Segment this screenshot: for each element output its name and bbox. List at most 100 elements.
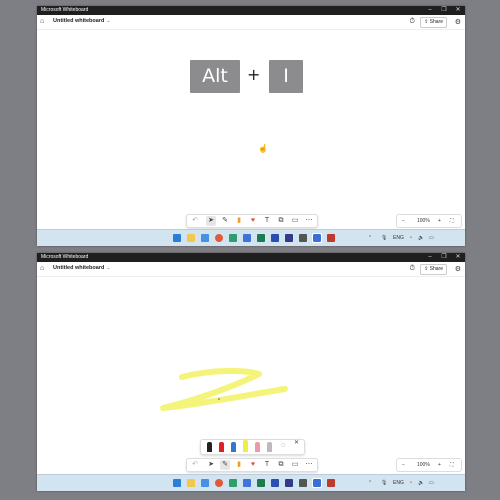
media-player-icon[interactable] <box>215 479 223 487</box>
whiteboard-name[interactable]: Untitled whiteboard ⌄ <box>53 18 111 24</box>
app-icon-3[interactable] <box>257 234 265 242</box>
zoom-controls: − 100% + ⛶ <box>396 214 462 228</box>
zoom-in-icon[interactable]: + <box>438 215 441 227</box>
sticky-note-icon[interactable]: ▮ <box>234 460 244 470</box>
share-button[interactable]: ⇪ Share <box>420 17 447 28</box>
app-icon-7[interactable] <box>327 479 335 487</box>
settings-gear-icon[interactable]: ⚙ <box>455 18 461 26</box>
app-icon-6[interactable] <box>299 479 307 487</box>
app-icon-1[interactable] <box>229 479 237 487</box>
more-options-icon[interactable]: ⋯ <box>304 216 314 226</box>
timer-icon[interactable]: ⏱ <box>410 18 415 26</box>
photos-icon[interactable] <box>201 234 209 242</box>
app-icon-2[interactable] <box>243 479 251 487</box>
home-icon[interactable]: ⌂ <box>40 265 44 272</box>
whiteboard-window-bottom: Microsoft Whiteboard – ❐ ✕ ⌂ Untitled wh… <box>37 253 465 491</box>
templates-icon[interactable]: ▭ <box>290 216 300 226</box>
minimize-button[interactable]: – <box>423 253 437 262</box>
chevron-down-icon[interactable]: ⌄ <box>106 265 110 271</box>
pen-tray-close-icon[interactable]: ✕ <box>294 439 299 446</box>
app-icon-4[interactable] <box>271 479 279 487</box>
text-tool-icon[interactable]: T <box>262 216 272 226</box>
zoom-in-icon[interactable]: + <box>438 459 441 471</box>
app-icon-7[interactable] <box>327 234 335 242</box>
more-options-icon[interactable]: ⋯ <box>304 460 314 470</box>
hand-cursor-icon: ☝ <box>258 144 268 153</box>
app-icon-2[interactable] <box>243 234 251 242</box>
title-bar[interactable]: Microsoft Whiteboard – ❐ ✕ <box>37 253 465 262</box>
i-key-graphic: I <box>269 60 303 93</box>
app-icon-3[interactable] <box>257 479 265 487</box>
red-pen-icon[interactable] <box>219 442 224 452</box>
close-button[interactable]: ✕ <box>451 6 465 15</box>
fit-to-screen-icon[interactable]: ⛶ <box>450 215 454 227</box>
speaker-icon[interactable]: 🔈 <box>418 230 424 246</box>
lasso-icon[interactable]: ◌ <box>281 442 285 449</box>
maximize-button[interactable]: ❐ <box>437 6 451 15</box>
close-button[interactable]: ✕ <box>451 253 465 262</box>
app-icon-5[interactable] <box>285 479 293 487</box>
yellow-highlighter-icon[interactable] <box>243 440 248 452</box>
title-bar[interactable]: Microsoft Whiteboard – ❐ ✕ <box>37 6 465 15</box>
zoom-controls: − 100% + ⛶ <box>396 458 462 472</box>
fit-to-screen-icon[interactable]: ⛶ <box>450 459 454 471</box>
start-button-icon[interactable] <box>173 234 181 242</box>
start-button-icon[interactable] <box>173 479 181 487</box>
wifi-icon[interactable]: ◔ <box>409 230 412 246</box>
app-icon-6[interactable] <box>299 234 307 242</box>
reactions-heart-icon[interactable]: ♥ <box>248 216 258 226</box>
zoom-out-icon[interactable]: − <box>402 459 405 471</box>
whiteboard-canvas[interactable]: ◌ ✕ ↶ ➤ ✎ ▮ ♥ T ⧉ ▭ ⋯ − 100% + ⛶ <box>37 277 465 474</box>
wifi-icon[interactable]: ◔ <box>409 475 412 491</box>
ruler-icon[interactable] <box>267 442 272 452</box>
blue-pen-icon[interactable] <box>231 442 236 452</box>
maximize-button[interactable]: ❐ <box>437 253 451 262</box>
app-toolbar: ⌂ Untitled whiteboard ⌄ ⏱ ⇪ Share ⚙ <box>37 262 465 277</box>
battery-icon[interactable]: ▭ <box>429 230 434 246</box>
minimize-button[interactable]: – <box>423 6 437 15</box>
text-tool-icon[interactable]: T <box>262 460 272 470</box>
undo-icon[interactable]: ↶ <box>190 216 200 226</box>
settings-gear-icon[interactable]: ⚙ <box>455 265 461 273</box>
undo-icon[interactable]: ↶ <box>190 460 200 470</box>
select-tool-icon[interactable]: ➤ <box>206 216 216 226</box>
share-button[interactable]: ⇪ Share <box>420 264 447 275</box>
battery-icon[interactable]: ▭ <box>429 475 434 491</box>
timer-icon[interactable]: ⏱ <box>410 265 415 273</box>
speaker-icon[interactable]: 🔈 <box>418 475 424 491</box>
photos-icon[interactable] <box>201 479 209 487</box>
whiteboard-canvas[interactable]: Alt + I ☝ ↶ ➤ ✎ ▮ ♥ T ⧉ ▭ ⋯ − 100% + ⛶ <box>37 30 465 229</box>
language-indicator[interactable]: ENG <box>393 475 404 491</box>
whiteboard-app-icon[interactable] <box>312 478 322 488</box>
microphone-icon[interactable]: 🎙 <box>381 475 387 491</box>
eraser-icon[interactable] <box>255 442 260 452</box>
tray-expand-icon[interactable]: ⌃ <box>368 475 372 491</box>
file-explorer-icon[interactable] <box>187 479 195 487</box>
templates-icon[interactable]: ▭ <box>290 460 300 470</box>
whiteboard-app-icon[interactable] <box>312 233 322 243</box>
sticky-note-icon[interactable]: ▮ <box>234 216 244 226</box>
black-pen-icon[interactable] <box>207 442 212 452</box>
tray-expand-icon[interactable]: ⌃ <box>368 230 372 246</box>
pen-tool-icon[interactable]: ✎ <box>220 216 230 226</box>
pen-tool-icon[interactable]: ✎ <box>220 460 230 470</box>
whiteboard-name[interactable]: Untitled whiteboard ⌄ <box>53 265 111 271</box>
shapes-icon[interactable]: ⧉ <box>276 216 286 226</box>
shapes-icon[interactable]: ⧉ <box>276 460 286 470</box>
plus-sign: + <box>247 65 261 84</box>
file-explorer-icon[interactable] <box>187 234 195 242</box>
zoom-out-icon[interactable]: − <box>402 215 405 227</box>
chevron-down-icon[interactable]: ⌄ <box>106 18 110 24</box>
taskbar: ⌃ 🎙 ENG ◔ 🔈 ▭ <box>37 474 465 491</box>
app-icon-5[interactable] <box>285 234 293 242</box>
media-player-icon[interactable] <box>215 234 223 242</box>
language-indicator[interactable]: ENG <box>393 230 404 246</box>
reactions-heart-icon[interactable]: ♥ <box>248 460 258 470</box>
app-icon-1[interactable] <box>229 234 237 242</box>
app-icon-4[interactable] <box>271 234 279 242</box>
select-tool-icon[interactable]: ➤ <box>206 460 216 470</box>
alt-key-graphic: Alt <box>190 60 240 93</box>
home-icon[interactable]: ⌂ <box>40 18 44 25</box>
microphone-icon[interactable]: 🎙 <box>381 230 387 246</box>
app-title: Microsoft Whiteboard <box>41 7 89 13</box>
